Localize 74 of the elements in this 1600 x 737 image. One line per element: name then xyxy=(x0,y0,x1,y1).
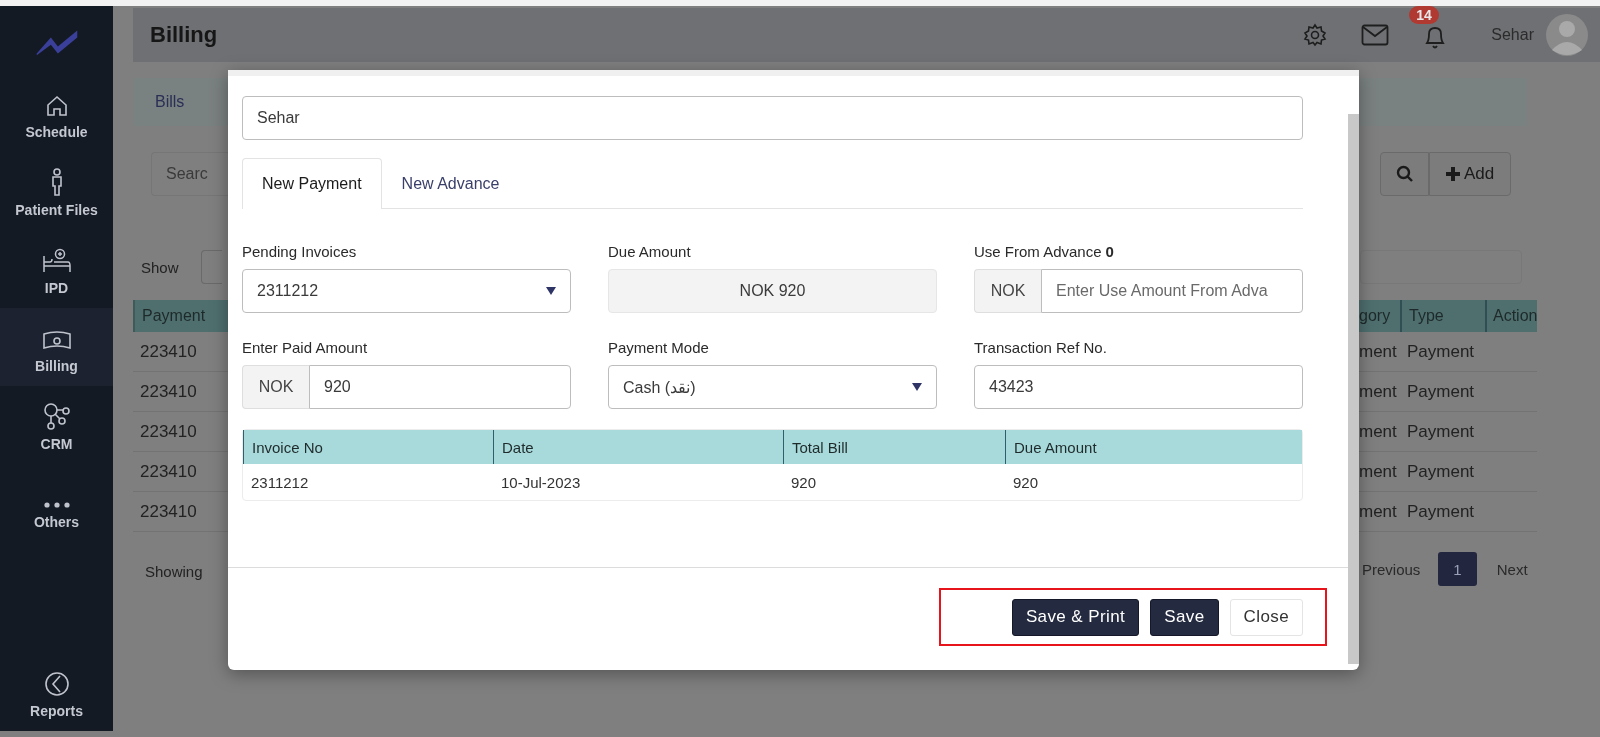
home-icon xyxy=(44,94,69,118)
table-cell-text: 2311212 xyxy=(250,472,310,493)
table-cell-text: ment xyxy=(1359,340,1398,363)
nav-item[interactable]: Patient Files xyxy=(0,152,113,230)
dialog-button[interactable]: Save xyxy=(1150,598,1219,636)
table-cell-text: ment xyxy=(1359,460,1398,483)
page-title: Billing xyxy=(150,22,218,48)
table-cell-text: ment xyxy=(1359,420,1398,443)
table-cell-text: Payment xyxy=(1406,500,1476,523)
table-cell-text: Payment xyxy=(1406,460,1476,483)
pie-chart-icon xyxy=(43,671,70,697)
table-header: Type xyxy=(1400,300,1485,332)
dialog-button[interactable]: Close xyxy=(1229,598,1303,636)
table-cell-text: ment xyxy=(1359,500,1398,523)
field-label: Transaction Ref No. xyxy=(974,337,1108,357)
caret-icon xyxy=(912,383,922,391)
currency-addon: NOK xyxy=(974,269,1041,313)
caret-icon xyxy=(546,287,556,295)
plus-icon xyxy=(1445,167,1460,181)
select-field[interactable]: 2311212 xyxy=(242,269,571,313)
network-icon xyxy=(42,402,71,430)
banknote-icon xyxy=(41,330,72,352)
tab[interactable]: New Payment xyxy=(242,158,382,209)
patient-field[interactable]: Sehar xyxy=(242,96,1303,140)
field-label: Use From Advance 0 xyxy=(974,241,1115,261)
table-cell-text: 10-Jul-2023 xyxy=(500,472,582,493)
page-link[interactable]: 1 xyxy=(1438,552,1477,586)
bed-icon xyxy=(41,248,72,274)
amount-field[interactable]: Enter Use Amount From Adva xyxy=(1041,269,1303,313)
nav-item[interactable]: Others xyxy=(0,464,113,542)
column-header: Total Bill xyxy=(783,430,1005,464)
table-info: Showing xyxy=(144,561,204,582)
notification-badge: 14 xyxy=(1409,6,1439,24)
select-field[interactable]: Cash (نقد) xyxy=(608,365,937,409)
table-cell-text: Payment xyxy=(1406,340,1476,363)
currency-addon: NOK xyxy=(242,365,309,409)
field-label: Pending Invoices xyxy=(242,241,358,261)
text-field[interactable]: 43423 xyxy=(974,365,1303,409)
field-label: Enter Paid Amount xyxy=(242,337,369,357)
dialog-button[interactable]: Save & Print xyxy=(1011,598,1140,636)
table-cell-text: 920 xyxy=(790,472,818,493)
nav-item[interactable]: CRM xyxy=(0,386,113,464)
column-header: Date xyxy=(493,430,783,464)
table-cell-text: 920 xyxy=(1012,472,1040,493)
table-cell-text: Payment xyxy=(1406,380,1476,403)
dots-icon xyxy=(43,502,70,508)
filter-field[interactable] xyxy=(1360,250,1522,284)
table-cell-text: ment xyxy=(1359,380,1398,403)
amount-field[interactable]: 920 xyxy=(309,365,571,409)
field-label: Due Amount xyxy=(608,241,692,261)
column-header: Due Amount xyxy=(1005,430,1302,464)
scrollbar[interactable] xyxy=(1348,114,1359,664)
nav-item[interactable]: Billing xyxy=(0,308,113,386)
column-header: Invoice No xyxy=(243,430,493,464)
nav-item[interactable]: Reports xyxy=(0,653,113,731)
page-link[interactable]: Previous xyxy=(1359,552,1439,586)
nav-item[interactable]: Schedule xyxy=(0,74,113,152)
search-button[interactable] xyxy=(1380,152,1429,196)
add-button[interactable]: Add xyxy=(1429,152,1511,196)
mail-icon[interactable] xyxy=(1361,24,1390,46)
table-header: Action xyxy=(1485,300,1537,332)
table-header: gory xyxy=(1359,306,1392,326)
field-label: Payment Mode xyxy=(608,337,710,357)
page-link[interactable]: Next xyxy=(1484,552,1540,586)
show-label: Show xyxy=(141,258,179,276)
search-icon xyxy=(1395,165,1414,183)
table-cell-text: Payment xyxy=(1406,420,1476,443)
tab[interactable]: New Advance xyxy=(381,158,520,209)
readonly-field: NOK 920 xyxy=(608,269,937,313)
avatar-icon[interactable] xyxy=(1546,14,1588,56)
settings-icon[interactable] xyxy=(1303,23,1328,47)
nav-item[interactable]: IPD xyxy=(0,230,113,308)
logo-icon xyxy=(34,28,79,56)
table-header: Payment xyxy=(133,300,228,332)
